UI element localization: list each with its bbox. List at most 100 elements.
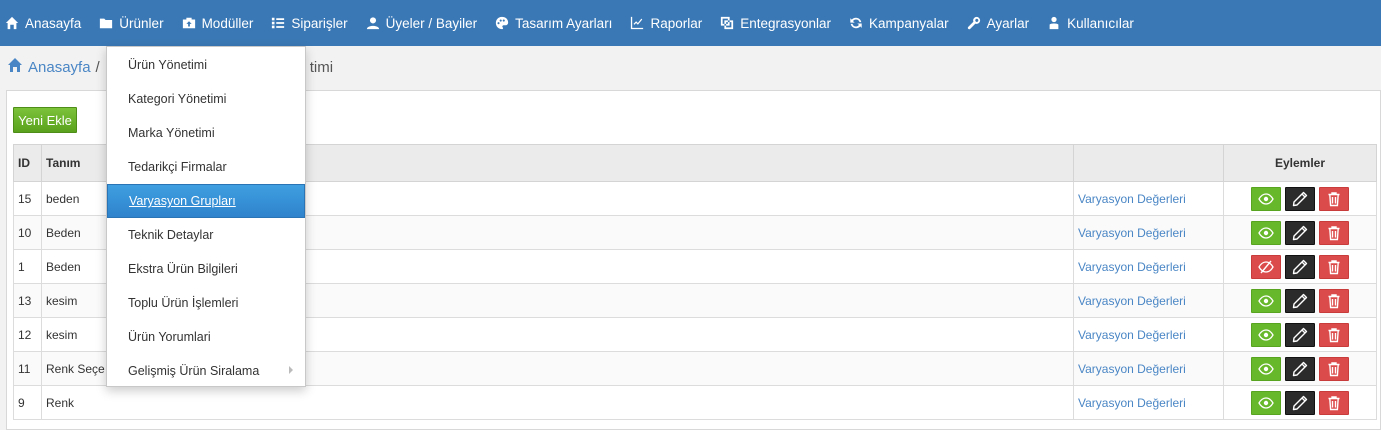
nav-item-entegrasyonlar[interactable]: Entegrasyonlar [715, 0, 844, 46]
module-icon [182, 16, 196, 30]
trash-icon [1328, 395, 1340, 410]
dropdown-item-varyasyon-gruplari[interactable]: Varyasyon Grupları [107, 184, 305, 218]
user-icon [366, 16, 380, 30]
delete-button[interactable] [1319, 288, 1349, 313]
dropdown-item-kategori-yonetimi[interactable]: Kategori Yönetimi [107, 82, 305, 116]
variation-values-link[interactable]: Varyasyon Değerleri [1078, 396, 1186, 410]
breadcrumb-separator: / [95, 58, 100, 76]
dropdown-item-label: Teknik Detaylar [128, 228, 214, 242]
visibility-button[interactable] [1251, 356, 1281, 381]
nav-item-siparisler[interactable]: Siparişler [266, 0, 360, 46]
nav-item-uyeler-bayiler[interactable]: Üyeler / Bayiler [361, 0, 491, 46]
delete-button[interactable] [1319, 254, 1349, 279]
cell-actions [1223, 283, 1377, 318]
breadcrumb-current: timi [309, 58, 334, 76]
nav-label: Kullanıcılar [1067, 15, 1134, 31]
nav-label: Entegrasyonlar [740, 15, 832, 31]
cell-name: Renk [41, 385, 1074, 420]
delete-button[interactable] [1319, 186, 1349, 211]
pencil-icon [1292, 225, 1308, 240]
delete-button[interactable] [1319, 220, 1349, 245]
dropdown-item-teknik-detaylar[interactable]: Teknik Detaylar [107, 218, 305, 252]
chart-icon [630, 16, 644, 30]
dropdown-item-toplu-urun-islemleri[interactable]: Toplu Ürün İşlemleri [107, 286, 305, 320]
cell-id: 9 [13, 385, 42, 420]
home-icon [5, 16, 19, 30]
folder-icon [99, 16, 113, 30]
delete-button[interactable] [1319, 356, 1349, 381]
nav-item-tasarim-ayarlari[interactable]: Tasarım Ayarları [490, 0, 625, 46]
nav-item-moduller[interactable]: Modüller [177, 0, 267, 46]
pencil-icon [1292, 327, 1308, 342]
dropdown-item-label: Toplu Ürün İşlemleri [128, 296, 239, 310]
dropdown-item-gelismis-urun-siralama[interactable]: Gelişmiş Ürün Siralama [107, 354, 305, 388]
visibility-button[interactable] [1251, 254, 1281, 279]
top-navigation: Anasayfa Ürünler Modüller Siparişler Üye… [0, 0, 1381, 46]
dropdown-item-tedarikci-firmalar[interactable]: Tedarikçi Firmalar [107, 150, 305, 184]
nav-label: Ayarlar [986, 15, 1030, 31]
visibility-button[interactable] [1251, 322, 1281, 347]
nav-label: Tasarım Ayarları [515, 15, 613, 31]
breadcrumb-home-link[interactable]: Anasayfa [28, 59, 91, 76]
add-new-button[interactable]: Yeni Ekle [13, 107, 77, 133]
cell-values-link-wrapper: Varyasyon Değerleri [1073, 351, 1224, 386]
visibility-button[interactable] [1251, 186, 1281, 211]
column-header-actions: Eylemler [1223, 144, 1377, 182]
edit-button[interactable] [1285, 356, 1315, 381]
submenu-arrow-icon [289, 366, 293, 374]
edit-button[interactable] [1285, 288, 1315, 313]
trash-icon [1328, 259, 1340, 274]
dropdown-item-marka-yonetimi[interactable]: Marka Yönetimi [107, 116, 305, 150]
cell-values-link-wrapper: Varyasyon Değerleri [1073, 317, 1224, 352]
table-row: 9 Renk Varyasyon Değerleri [13, 385, 1377, 420]
nav-label: Anasayfa [25, 15, 82, 31]
variation-values-link[interactable]: Varyasyon Değerleri [1078, 294, 1186, 308]
variation-values-link[interactable]: Varyasyon Değerleri [1078, 260, 1186, 274]
nav-item-kampanyalar[interactable]: Kampanyalar [844, 0, 962, 46]
edit-button[interactable] [1285, 186, 1315, 211]
edit-button[interactable] [1285, 322, 1315, 347]
visibility-button[interactable] [1251, 390, 1281, 415]
cell-id: 15 [13, 181, 42, 216]
dropdown-item-ekstra-urun-bilgileri[interactable]: Ekstra Ürün Bilgileri [107, 252, 305, 286]
nav-label: Üyeler / Bayiler [385, 15, 478, 31]
delete-button[interactable] [1319, 390, 1349, 415]
edit-button[interactable] [1285, 254, 1315, 279]
column-header-id[interactable]: ID [13, 144, 42, 182]
nav-label: Siparişler [291, 15, 348, 31]
eye-icon [1258, 396, 1274, 409]
nav-item-anasayfa[interactable]: Anasayfa [0, 0, 94, 46]
edit-button[interactable] [1285, 220, 1315, 245]
dropdown-item-label: Ekstra Ürün Bilgileri [128, 262, 238, 276]
variation-values-link[interactable]: Varyasyon Değerleri [1078, 362, 1186, 376]
cell-actions [1223, 317, 1377, 352]
visibility-button[interactable] [1251, 288, 1281, 313]
dropdown-item-urun-yorumlari[interactable]: Ürün Yorumlari [107, 320, 305, 354]
edit-button[interactable] [1285, 390, 1315, 415]
cell-actions [1223, 249, 1377, 284]
column-header-values [1073, 144, 1224, 182]
home-icon [7, 57, 23, 77]
nav-item-urunler[interactable]: Ürünler [94, 0, 177, 46]
nav-item-kullanicilar[interactable]: Kullanıcılar [1042, 0, 1147, 46]
nav-label: Raporlar [650, 15, 703, 31]
variation-values-link[interactable]: Varyasyon Değerleri [1078, 226, 1186, 240]
cell-id: 12 [13, 317, 42, 352]
variation-values-link[interactable]: Varyasyon Değerleri [1078, 328, 1186, 342]
trash-icon [1328, 327, 1340, 342]
nav-item-raporlar[interactable]: Raporlar [625, 0, 715, 46]
pencil-icon [1292, 361, 1308, 376]
cell-actions [1223, 385, 1377, 420]
cell-actions [1223, 181, 1377, 216]
integration-icon [720, 16, 734, 30]
nav-label: Kampanyalar [869, 15, 949, 31]
cell-actions [1223, 215, 1377, 250]
dropdown-item-urun-yonetimi[interactable]: Ürün Yönetimi [107, 48, 305, 82]
visibility-button[interactable] [1251, 220, 1281, 245]
variation-values-link[interactable]: Varyasyon Değerleri [1078, 192, 1186, 206]
nav-item-ayarlar[interactable]: Ayarlar [962, 0, 1043, 46]
users-icon [1047, 16, 1061, 30]
delete-button[interactable] [1319, 322, 1349, 347]
pencil-icon [1292, 191, 1308, 206]
trash-icon [1328, 361, 1340, 376]
